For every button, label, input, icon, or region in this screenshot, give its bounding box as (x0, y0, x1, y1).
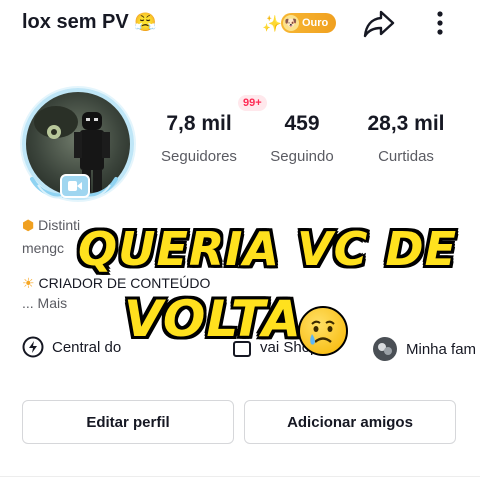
notification-badge[interactable]: 99+ (238, 95, 267, 111)
share-icon[interactable] (362, 8, 396, 38)
creator-center-link[interactable]: Central do (22, 336, 121, 358)
family-label: Minha fam (406, 340, 477, 358)
bio-more-link[interactable]: ... Mais (22, 295, 67, 311)
following-stat[interactable]: 459 Seguindo (262, 112, 342, 165)
creator-center-label: Central do (52, 338, 122, 356)
bio-line-1: ⬢ Distinti (22, 217, 80, 234)
following-label: Seguindo (270, 148, 334, 165)
followers-stat[interactable]: 7,8 mil Seguidores (154, 112, 244, 165)
video-icon[interactable] (60, 174, 90, 198)
following-count: 459 (284, 112, 320, 135)
overlay-caption-line-1: QUERIA VC DE (78, 222, 458, 276)
lightning-circle-icon (22, 336, 44, 358)
likes-stat[interactable]: 28,3 mil Curtidas (360, 112, 452, 165)
add-friends-button[interactable]: Adicionar amigos (244, 400, 456, 444)
steam-face-emoji: 😤 (134, 12, 157, 33)
bio-line-2: mengc (22, 240, 65, 256)
bio-line-3-text: CRIADOR DE CONTEÚDO (38, 275, 211, 291)
sparkle-icon: ✨ (262, 14, 282, 33)
gold-level-badge[interactable]: 🐶 Ouro (281, 13, 337, 33)
followers-label: Seguidores (161, 148, 237, 165)
family-link[interactable]: Minha fam (372, 336, 476, 362)
more-options-icon[interactable] (430, 8, 450, 38)
sun-icon: ☀ (22, 276, 35, 292)
profile-username: lox sem PV 😤 (22, 11, 157, 34)
username-text: lox sem PV (22, 11, 129, 33)
likes-label: Curtidas (378, 148, 434, 165)
badge-label: Ouro (302, 17, 329, 29)
hexagon-icon: ⬢ (22, 218, 35, 234)
overlay-caption-line-2: VOLTA (124, 290, 302, 348)
coin-icon: 🐶 (283, 15, 299, 31)
edit-profile-button[interactable]: Editar perfil (22, 400, 234, 444)
likes-count: 28,3 mil (367, 112, 445, 135)
bio-line-1-text: Distinti (38, 217, 81, 233)
family-avatar-icon (372, 336, 398, 362)
crying-face-emoji-icon (298, 306, 348, 356)
followers-count: 7,8 mil (166, 112, 232, 135)
divider (0, 476, 480, 477)
